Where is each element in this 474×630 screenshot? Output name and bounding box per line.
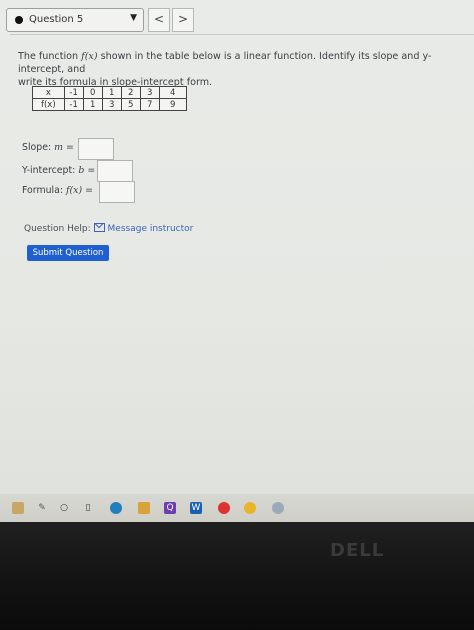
- table-cell: 5: [120, 98, 141, 111]
- slope-label: Slope: m =: [22, 142, 74, 153]
- monitor-bezel: [0, 522, 474, 630]
- task-view-icon[interactable]: ▯: [82, 502, 94, 514]
- formula-var: f(x): [66, 185, 83, 196]
- word-icon[interactable]: W: [190, 502, 202, 514]
- table-cell: -1: [63, 98, 84, 111]
- message-instructor-link[interactable]: Message instructor: [93, 223, 194, 234]
- prompt-function: f(x): [81, 51, 98, 62]
- windows-taskbar: ✎ ○ ▯ Q W: [0, 494, 474, 522]
- table-cell: 1: [82, 98, 103, 111]
- question-nav-bar: Question 5 ▼ < >: [6, 6, 474, 36]
- chrome-icon[interactable]: [244, 502, 256, 514]
- chevron-down-icon: ▼: [130, 13, 137, 23]
- table-cell: -1: [63, 86, 84, 99]
- search-icon[interactable]: ○: [58, 502, 70, 514]
- dell-logo: DELL: [330, 540, 385, 561]
- question-select-label: Question 5: [29, 14, 84, 25]
- table-cell: 7: [139, 98, 160, 111]
- equals-sign: =: [63, 142, 74, 153]
- question-select[interactable]: Question 5 ▼: [6, 8, 144, 32]
- message-instructor-text: Message instructor: [107, 224, 194, 234]
- next-question-button[interactable]: >: [172, 8, 194, 32]
- pen-icon[interactable]: ✎: [36, 502, 48, 514]
- question-help: Question Help: Message instructor: [24, 223, 193, 234]
- y-intercept-input[interactable]: [97, 160, 133, 182]
- divider: [10, 34, 474, 35]
- previous-question-button[interactable]: <: [148, 8, 170, 32]
- quizlet-icon[interactable]: Q: [164, 502, 176, 514]
- table-cell: 0: [82, 86, 103, 99]
- equals-sign: =: [82, 185, 93, 196]
- table-cell: 2: [120, 86, 141, 99]
- table-cell: 3: [139, 86, 160, 99]
- table-row-fx: f(x) -1 1 3 5 7 9: [32, 98, 187, 111]
- function-table: x -1 0 1 2 3 4 f(x) -1 1 3 5 7 9: [32, 86, 187, 111]
- browser-screen: Question 5 ▼ < > The function f(x) shown…: [0, 0, 474, 512]
- formula-input[interactable]: [99, 181, 135, 203]
- slope-label-text: Slope:: [22, 142, 55, 153]
- formula-label-text: Formula:: [22, 185, 67, 196]
- chrome-icon[interactable]: [218, 502, 230, 514]
- mail-icon: [93, 223, 105, 232]
- table-cell: 9: [158, 98, 187, 111]
- yint-label-text: Y-intercept:: [22, 165, 79, 176]
- slope-input[interactable]: [78, 138, 114, 160]
- submit-question-button[interactable]: Submit Question: [27, 245, 109, 261]
- cloud-icon[interactable]: [272, 502, 284, 514]
- prompt-text: The function: [18, 51, 82, 62]
- file-explorer-icon[interactable]: [12, 502, 24, 514]
- question-prompt: The function f(x) shown in the table bel…: [18, 50, 474, 89]
- status-dot-icon: [15, 16, 23, 24]
- slope-var: m: [54, 142, 64, 153]
- table-cell: 3: [101, 98, 122, 111]
- y-intercept-label: Y-intercept: b =: [22, 165, 95, 176]
- formula-label: Formula: f(x) =: [22, 185, 93, 196]
- question-help-label: Question Help:: [24, 224, 91, 234]
- folder-icon[interactable]: [138, 502, 150, 514]
- edge-icon[interactable]: [110, 502, 122, 514]
- table-header-fx: f(x): [32, 98, 65, 111]
- table-header-x: x: [32, 86, 65, 99]
- table-cell: 4: [158, 86, 187, 99]
- table-cell: 1: [101, 86, 122, 99]
- equals-sign: =: [84, 165, 96, 176]
- table-row-x: x -1 0 1 2 3 4: [32, 86, 187, 99]
